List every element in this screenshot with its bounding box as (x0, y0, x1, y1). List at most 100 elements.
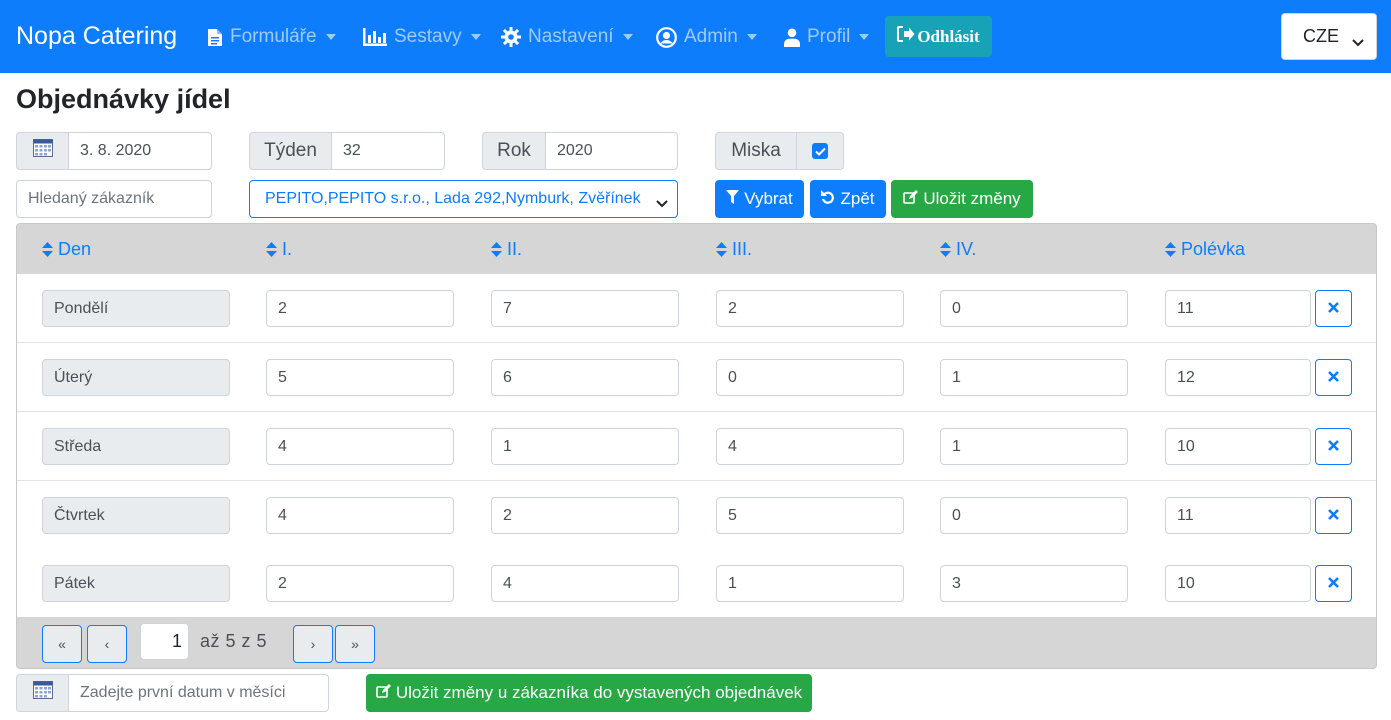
edit-icon (376, 683, 391, 703)
back-button-label: Zpět (840, 189, 875, 208)
calendar-icon (32, 139, 53, 163)
user-icon (784, 28, 800, 47)
clear-row-button[interactable] (1315, 290, 1352, 327)
qty-input-i[interactable]: 2 (266, 290, 454, 327)
nav-formulare[interactable]: Formuláře (207, 26, 336, 48)
close-icon (1328, 369, 1339, 387)
table-row: Čtvrtek 4 2 5 0 11 (17, 481, 1376, 550)
qty-input-iii[interactable]: 5 (716, 497, 904, 534)
qty-input-i[interactable]: 5 (266, 359, 454, 396)
table-row: Pondělí 2 7 2 0 11 (17, 274, 1376, 343)
nav-sestavy-label: Sestavy (394, 26, 462, 47)
qty-input-ii[interactable]: 7 (491, 290, 679, 327)
sort-icon (1165, 242, 1176, 257)
column-header-ii[interactable]: II. (491, 239, 522, 260)
column-header-i[interactable]: I. (266, 239, 292, 260)
last-page-button[interactable]: » (335, 625, 375, 663)
qty-input-ii[interactable]: 1 (491, 428, 679, 465)
close-icon (1328, 438, 1339, 456)
gear-icon (501, 27, 521, 47)
qty-input-ii[interactable]: 6 (491, 359, 679, 396)
qty-input-iv[interactable]: 0 (940, 290, 1128, 327)
clear-row-button[interactable] (1315, 428, 1352, 465)
qty-input-iv[interactable]: 1 (940, 359, 1128, 396)
customer-search-input[interactable]: Hledaný zákazník (16, 180, 212, 218)
qty-input-iv[interactable]: 3 (940, 565, 1128, 602)
bowl-checkbox[interactable] (812, 143, 828, 159)
date-input[interactable]: 3. 8. 2020 (69, 132, 212, 170)
clear-row-button[interactable] (1315, 359, 1352, 396)
chevron-down-icon (656, 195, 668, 213)
nav-profil[interactable]: Profil (784, 26, 870, 48)
calendar-button[interactable] (16, 132, 69, 170)
clear-row-button[interactable] (1315, 565, 1352, 602)
customer-select[interactable]: PEPITO,PEPITO s.r.o., Lada 292,Nymburk, … (249, 180, 678, 218)
page-title: Objednávky jídel (16, 84, 231, 114)
calendar-button[interactable] (16, 674, 69, 712)
edit-icon (903, 189, 919, 209)
select-button[interactable]: Vybrat (715, 180, 804, 218)
qty-input-i[interactable]: 4 (266, 428, 454, 465)
sort-icon (940, 242, 951, 257)
sign-out-icon (897, 26, 915, 47)
column-header-iv[interactable]: IV. (940, 239, 976, 260)
column-header-iii[interactable]: III. (716, 239, 752, 260)
nav-nastaveni-label: Nastavení (528, 26, 614, 47)
close-icon (1328, 507, 1339, 525)
customer-search-placeholder: Hledaný zákazník (28, 190, 155, 207)
qty-input-iii[interactable]: 2 (716, 290, 904, 327)
month-date-input[interactable]: Zadejte první datum v měsíci (69, 674, 329, 712)
close-icon (1328, 300, 1339, 318)
next-page-button[interactable]: › (293, 625, 333, 663)
close-icon (1328, 575, 1339, 593)
year-group: Rok 2020 (482, 132, 678, 170)
qty-input-polevka[interactable]: 11 (1165, 497, 1311, 534)
qty-input-iii[interactable]: 0 (716, 359, 904, 396)
chevron-down-icon (325, 34, 336, 40)
qty-input-polevka[interactable]: 10 (1165, 428, 1311, 465)
column-header-polevka[interactable]: Polévka (1165, 239, 1245, 260)
pagination: « ‹ 1 až 5 z 5 › » (17, 617, 1376, 668)
qty-input-iii[interactable]: 1 (716, 565, 904, 602)
qty-input-polevka[interactable]: 11 (1165, 290, 1311, 327)
nav-admin[interactable]: Admin (656, 26, 757, 48)
nav-formulare-label: Formuláře (230, 26, 317, 47)
logout-button[interactable]: Odhlásit (885, 16, 992, 57)
year-input[interactable]: 2020 (546, 132, 678, 170)
first-page-button[interactable]: « (42, 625, 82, 663)
brand-title[interactable]: Nopa Catering (16, 22, 177, 51)
nav-sestavy[interactable]: Sestavy (363, 26, 481, 48)
qty-input-i[interactable]: 2 (266, 565, 454, 602)
nav-admin-label: Admin (684, 26, 738, 47)
qty-input-polevka[interactable]: 12 (1165, 359, 1311, 396)
column-header-den[interactable]: Den (42, 239, 91, 260)
language-select[interactable]: CZE (1281, 13, 1377, 60)
week-group: Týden 32 (249, 132, 445, 170)
qty-input-iv[interactable]: 1 (940, 428, 1128, 465)
customer-select-value: PEPITO,PEPITO s.r.o., Lada 292,Nymburk, … (265, 190, 641, 207)
qty-input-ii[interactable]: 4 (491, 565, 679, 602)
back-button[interactable]: Zpět (810, 180, 886, 218)
page-number-input[interactable]: 1 (140, 623, 189, 660)
column-header-label: I. (282, 239, 293, 259)
save-button[interactable]: Uložit změny (891, 180, 1033, 218)
qty-input-polevka[interactable]: 10 (1165, 565, 1311, 602)
qty-input-i[interactable]: 4 (266, 497, 454, 534)
undo-icon (821, 189, 835, 209)
qty-input-iii[interactable]: 4 (716, 428, 904, 465)
column-header-label: III. (732, 239, 753, 259)
chevron-down-icon (470, 34, 481, 40)
clear-row-button[interactable] (1315, 497, 1352, 534)
prev-page-button[interactable]: ‹ (87, 625, 127, 663)
save-to-orders-button[interactable]: Uložit změny u zákazníka do vystavených … (366, 674, 812, 712)
qty-input-iv[interactable]: 0 (940, 497, 1128, 534)
qty-input-ii[interactable]: 2 (491, 497, 679, 534)
sort-icon (491, 242, 502, 257)
week-input[interactable]: 32 (332, 132, 445, 170)
bowl-label: Miska (715, 132, 797, 170)
table-row: Středa 4 1 4 1 10 (17, 412, 1376, 481)
language-value: CZE (1303, 26, 1339, 46)
filter-icon (726, 189, 740, 209)
nav-nastaveni[interactable]: Nastavení (501, 26, 633, 48)
day-cell: Pátek (42, 565, 230, 602)
